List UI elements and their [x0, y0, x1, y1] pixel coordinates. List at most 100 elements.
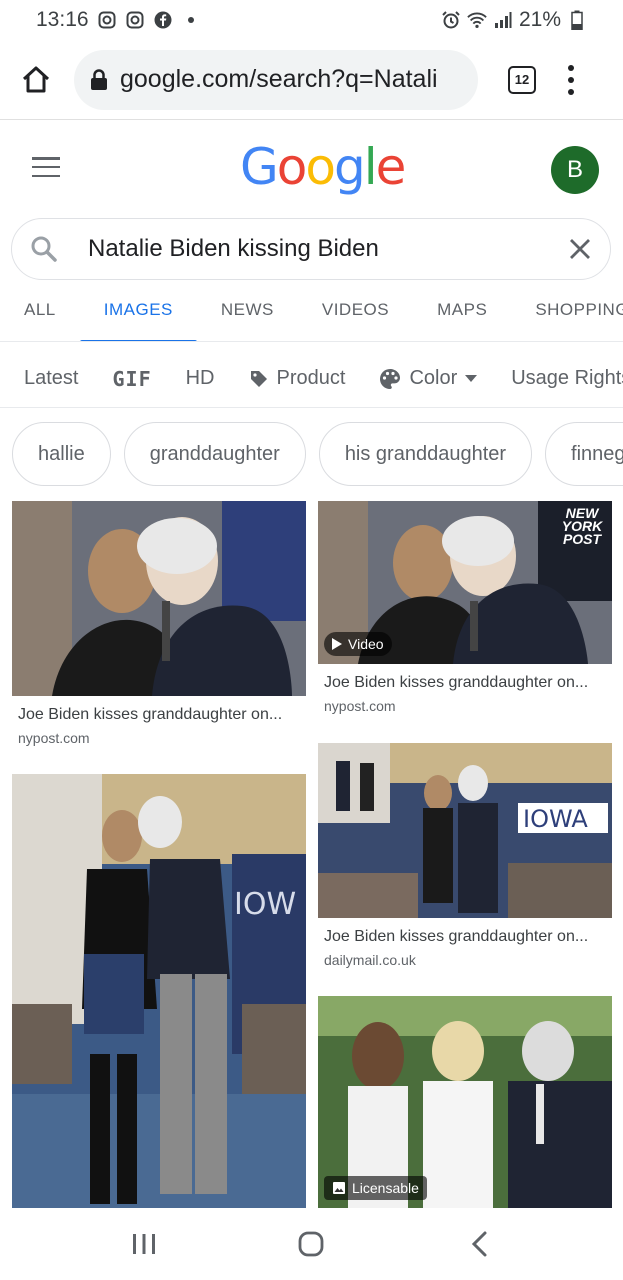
- photo-collage-image: IOWA: [318, 743, 612, 918]
- chip-granddaughter[interactable]: granddaughter: [123, 422, 306, 486]
- url-text: google.com/search?q=Natali: [120, 65, 438, 93]
- google-header: Google B: [0, 122, 623, 218]
- image-result[interactable]: NEW YORK POST Video Joe Biden kisses gra…: [318, 501, 612, 714]
- video-badge: Video: [324, 632, 392, 656]
- status-time: 13:16: [36, 8, 89, 31]
- account-avatar[interactable]: B: [551, 146, 599, 194]
- filter-product[interactable]: Product: [232, 367, 363, 390]
- image-result[interactable]: IOW: [12, 774, 306, 1208]
- result-thumbnail[interactable]: IOW: [12, 774, 306, 1208]
- search-tabs: ALL IMAGES NEWS VIDEOS MAPS SHOPPING: [0, 290, 623, 342]
- filter-gif[interactable]: GIF: [95, 367, 168, 391]
- image-icon: [333, 1182, 345, 1194]
- result-thumbnail[interactable]: Licensable: [318, 996, 612, 1208]
- tab-videos[interactable]: VIDEOS: [298, 290, 413, 341]
- tab-maps[interactable]: MAPS: [413, 290, 511, 341]
- tab-shopping[interactable]: SHOPPING: [511, 290, 623, 341]
- image-result[interactable]: Joe Biden kisses granddaughter on... nyp…: [12, 501, 306, 746]
- palette-icon: [380, 368, 401, 389]
- home-button[interactable]: [14, 58, 58, 102]
- filter-color-label: Color: [409, 367, 458, 389]
- chip-hallie[interactable]: hallie: [12, 422, 111, 486]
- recent-apps-button[interactable]: [124, 1224, 164, 1264]
- chevron-down-icon: [465, 374, 478, 382]
- alarm-icon: [441, 10, 461, 30]
- filter-gif-label: GIF: [112, 366, 152, 391]
- result-thumbnail[interactable]: IOWA: [318, 743, 612, 918]
- tab-news[interactable]: NEWS: [197, 290, 298, 341]
- tab-images[interactable]: IMAGES: [79, 290, 198, 341]
- hamburger-menu-icon[interactable]: [32, 157, 60, 177]
- result-thumbnail[interactable]: [12, 501, 306, 696]
- filter-usage-rights[interactable]: Usage Rights: [494, 367, 623, 390]
- status-bar: 13:16 21%: [0, 0, 623, 40]
- result-title[interactable]: Joe Biden kisses granddaughter on...: [324, 674, 606, 692]
- status-right: 21%: [441, 8, 587, 32]
- result-thumbnail[interactable]: NEW YORK POST Video: [318, 501, 612, 664]
- instagram-icon: [125, 10, 145, 30]
- google-logo[interactable]: Google: [240, 138, 407, 196]
- play-icon: [332, 638, 342, 650]
- logo-letter: l: [363, 138, 378, 196]
- search-box[interactable]: Natalie Biden kissing Biden: [11, 218, 611, 280]
- related-chips: hallie granddaughter his granddaughter f…: [12, 422, 623, 486]
- svg-text:IOW: IOW: [234, 887, 296, 922]
- filter-usage-label: Usage Rights: [511, 367, 623, 389]
- result-title[interactable]: Joe Biden kisses granddaughter on...: [324, 928, 606, 946]
- logo-letter: G: [240, 138, 279, 196]
- tag-icon: [250, 370, 267, 387]
- filter-latest-label: Latest: [24, 367, 79, 389]
- result-source: nypost.com: [324, 698, 396, 714]
- wifi-icon: [467, 10, 487, 30]
- search-icon[interactable]: [30, 235, 58, 263]
- battery-percent: 21%: [518, 8, 561, 31]
- tab-switcher-button[interactable]: 12: [508, 65, 536, 94]
- facebook-icon: [153, 10, 173, 30]
- licensable-label: Licensable: [352, 1180, 419, 1196]
- filter-hd[interactable]: HD: [169, 367, 232, 390]
- filter-latest[interactable]: Latest: [0, 367, 95, 390]
- image-filters: Latest GIF HD Product Color Usage Rights: [0, 350, 623, 408]
- instagram-icon: [97, 10, 117, 30]
- address-bar[interactable]: google.com/search?q=Natali: [74, 49, 478, 110]
- result-source: dailymail.co.uk: [324, 952, 416, 968]
- photo-standing-image: IOW: [12, 774, 306, 1208]
- back-icon: [472, 1231, 487, 1257]
- menu-dot: [568, 76, 574, 83]
- video-badge-label: Video: [348, 636, 384, 652]
- system-nav-bar: [0, 1208, 623, 1280]
- filter-color[interactable]: Color: [362, 367, 494, 390]
- home-nav-button[interactable]: [291, 1224, 331, 1264]
- image-result[interactable]: Licensable: [318, 996, 612, 1208]
- battery-icon: [567, 10, 587, 30]
- image-result[interactable]: IOWA Joe Biden kisses granddaughter on..…: [318, 743, 612, 968]
- logo-letter: e: [375, 138, 407, 196]
- result-source: nypost.com: [18, 730, 90, 746]
- browser-toolbar: google.com/search?q=Natali 12: [0, 40, 623, 120]
- chip-his-granddaughter[interactable]: his granddaughter: [318, 422, 533, 486]
- lock-icon: [91, 68, 107, 90]
- filter-hd-label: HD: [185, 367, 215, 389]
- tab-all[interactable]: ALL: [0, 290, 80, 341]
- browser-menu-button[interactable]: [566, 64, 576, 95]
- search-input[interactable]: Natalie Biden kissing Biden: [88, 235, 568, 263]
- chip-finnegan[interactable]: finnegan: [545, 422, 623, 486]
- home-icon: [22, 66, 50, 92]
- svg-text:IOWA: IOWA: [523, 805, 588, 833]
- licensable-badge: Licensable: [324, 1176, 427, 1200]
- dot-icon: [181, 10, 201, 30]
- filter-product-label: Product: [276, 367, 346, 389]
- menu-dot: [568, 88, 574, 95]
- signal-icon: [493, 10, 513, 30]
- logo-letter: o: [305, 138, 336, 196]
- logo-letter: g: [333, 138, 366, 196]
- back-button[interactable]: [459, 1224, 499, 1264]
- menu-dot: [568, 64, 574, 71]
- home-circle-icon: [299, 1231, 324, 1257]
- status-left: 13:16: [36, 8, 201, 32]
- recents-icon: [132, 1234, 155, 1254]
- logo-letter: o: [276, 138, 308, 196]
- result-title[interactable]: Joe Biden kisses granddaughter on...: [18, 706, 300, 724]
- clear-icon[interactable]: [568, 237, 592, 261]
- photo-kiss-image: [12, 501, 306, 696]
